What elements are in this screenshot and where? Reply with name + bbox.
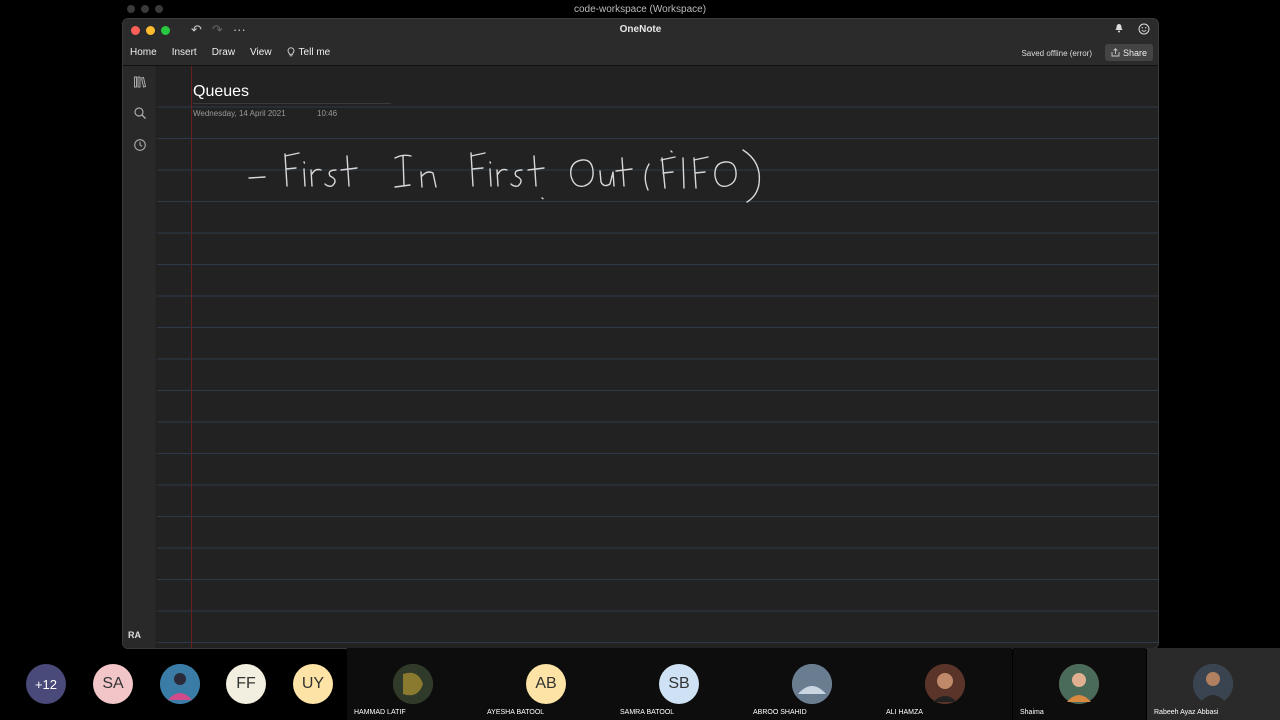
- page-margin-line: [191, 66, 192, 648]
- title-underline: [193, 103, 391, 104]
- outer-window-title: code-workspace (Workspace): [573, 4, 707, 15]
- smiley-icon[interactable]: [1138, 23, 1150, 38]
- search-icon[interactable]: [132, 106, 148, 122]
- lightbulb-icon: [287, 47, 294, 57]
- tab-draw[interactable]: Draw: [212, 47, 235, 58]
- share-button[interactable]: Share: [1105, 44, 1153, 61]
- bell-icon[interactable]: [1114, 23, 1124, 38]
- participant-tile[interactable]: Shaima: [1013, 648, 1146, 720]
- share-label: Share: [1122, 47, 1148, 58]
- participant-tile[interactable]: AB AYESHA BATOOL: [480, 648, 613, 720]
- onenote-window: ↶ ↷ ··· OneNote Home Insert Draw View Te…: [122, 18, 1159, 649]
- tab-home[interactable]: Home: [130, 47, 157, 58]
- note-page-canvas[interactable]: Queues Wednesday, 14 April 2021 10:46: [157, 66, 1158, 648]
- participant-name: Shaima: [1020, 709, 1044, 716]
- participant-name: SAMRA BATOOL: [620, 709, 675, 716]
- onenote-titlebar: ↶ ↷ ··· OneNote: [123, 19, 1158, 41]
- sync-status[interactable]: Saved offline (error): [1021, 49, 1092, 58]
- user-avatar[interactable]: RA: [128, 630, 141, 640]
- tell-me-label: Tell me: [298, 47, 331, 58]
- participant-avatar: SB: [659, 664, 699, 704]
- tab-insert[interactable]: Insert: [172, 47, 197, 58]
- page-date: Wednesday, 14 April 2021: [193, 109, 286, 118]
- ribbon-tabs: Home Insert Draw View Tell me: [130, 47, 330, 58]
- outer-window-titlebar: code-workspace (Workspace): [0, 0, 1280, 18]
- participant-avatar-photo[interactable]: [160, 664, 200, 704]
- participants-bar: +12 SA FF UY HAMMAD LATIF AB AYESHA BATO…: [0, 648, 1280, 720]
- participant-tile-active-speaker[interactable]: Rabeeh Ayaz Abbasi: [1147, 648, 1280, 720]
- participant-name: ALI HAMZA: [886, 709, 923, 716]
- notebooks-icon[interactable]: [132, 75, 148, 91]
- participant-tile[interactable]: ALI HAMZA: [879, 648, 1012, 720]
- participant-avatar[interactable]: SA: [93, 664, 133, 704]
- participant-photo: [925, 664, 965, 704]
- participant-avatar[interactable]: UY: [293, 664, 333, 704]
- participant-tile[interactable]: HAMMAD LATIF: [347, 648, 480, 720]
- page-time: 10:46: [317, 109, 338, 118]
- titlebar-right-icons: [1114, 23, 1150, 38]
- tell-me-search[interactable]: Tell me: [287, 47, 331, 58]
- participant-photo: [1059, 664, 1099, 704]
- share-icon: [1111, 48, 1120, 57]
- navigation-sidebar: RA: [123, 66, 156, 648]
- participant-name: Rabeeh Ayaz Abbasi: [1154, 709, 1219, 716]
- participant-photo: [393, 664, 433, 704]
- participant-photo: [792, 664, 832, 704]
- participant-name: AYESHA BATOOL: [487, 709, 545, 716]
- participant-tile[interactable]: ABROO SHAHID: [746, 648, 879, 720]
- tab-view[interactable]: View: [250, 47, 272, 58]
- participant-avatar: AB: [526, 664, 566, 704]
- participant-photo: [1193, 664, 1233, 704]
- participant-name: ABROO SHAHID: [753, 709, 807, 716]
- handwritten-ink[interactable]: [247, 126, 767, 206]
- participant-avatar[interactable]: FF: [226, 664, 266, 704]
- participant-tile[interactable]: SB SAMRA BATOOL: [613, 648, 746, 720]
- recent-clock-icon[interactable]: [132, 138, 148, 154]
- page-title[interactable]: Queues: [193, 83, 249, 101]
- participant-name: HAMMAD LATIF: [354, 709, 406, 716]
- ribbon: Home Insert Draw View Tell me Saved offl…: [123, 41, 1158, 66]
- participants-overflow-count[interactable]: +12: [26, 664, 66, 704]
- app-title: OneNote: [619, 24, 662, 35]
